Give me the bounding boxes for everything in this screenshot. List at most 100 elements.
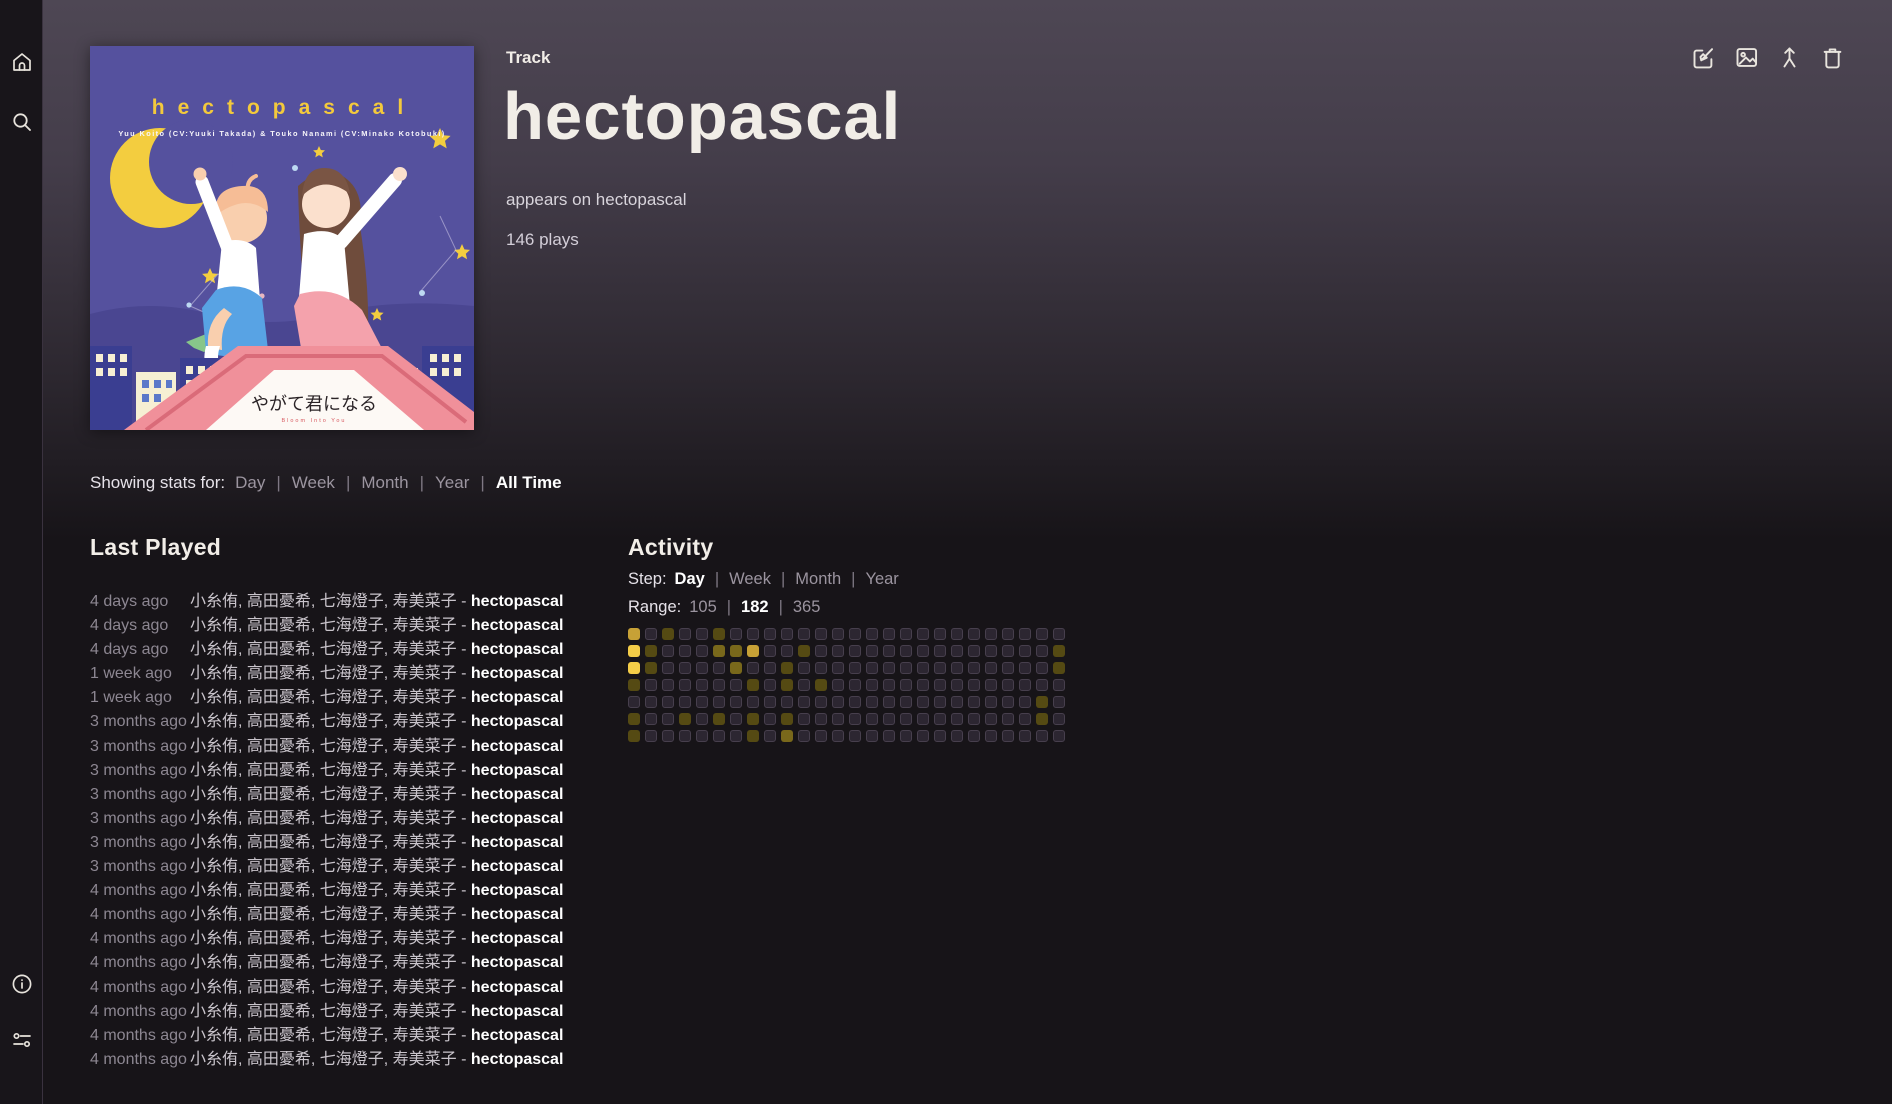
stats-option-month[interactable]: Month bbox=[361, 473, 408, 492]
track-link[interactable]: hectopascal bbox=[471, 713, 563, 730]
heatmap-cell[interactable] bbox=[628, 645, 640, 657]
heatmap-cell[interactable] bbox=[951, 628, 963, 640]
heatmap-cell[interactable] bbox=[679, 713, 691, 725]
heatmap-cell[interactable] bbox=[696, 628, 708, 640]
heatmap-cell[interactable] bbox=[798, 679, 810, 691]
heatmap-cell[interactable] bbox=[934, 713, 946, 725]
track-link[interactable]: hectopascal bbox=[471, 1027, 563, 1044]
heatmap-cell[interactable] bbox=[1002, 628, 1014, 640]
heatmap-cell[interactable] bbox=[951, 662, 963, 674]
artist-links[interactable]: 小糸侑, 高田憂希, 七海燈子, 寿美菜子 bbox=[190, 979, 457, 996]
heatmap-cell[interactable] bbox=[917, 730, 929, 742]
heatmap-cell[interactable] bbox=[815, 679, 827, 691]
heatmap-cell[interactable] bbox=[628, 662, 640, 674]
heatmap-cell[interactable] bbox=[883, 662, 895, 674]
heatmap-cell[interactable] bbox=[713, 713, 725, 725]
heatmap-cell[interactable] bbox=[798, 696, 810, 708]
heatmap-cell[interactable] bbox=[832, 645, 844, 657]
heatmap-cell[interactable] bbox=[866, 730, 878, 742]
heatmap-cell[interactable] bbox=[696, 645, 708, 657]
heatmap-cell[interactable] bbox=[832, 730, 844, 742]
track-link[interactable]: hectopascal bbox=[471, 834, 563, 851]
heatmap-cell[interactable] bbox=[951, 730, 963, 742]
heatmap-cell[interactable] bbox=[679, 645, 691, 657]
heatmap-cell[interactable] bbox=[815, 628, 827, 640]
artist-links[interactable]: 小糸侑, 高田憂希, 七海燈子, 寿美菜子 bbox=[190, 617, 457, 634]
range-option-182[interactable]: 182 bbox=[741, 598, 769, 616]
stats-option-day[interactable]: Day bbox=[235, 473, 265, 492]
heatmap-cell[interactable] bbox=[1053, 696, 1065, 708]
heatmap-cell[interactable] bbox=[713, 628, 725, 640]
artist-links[interactable]: 小糸侑, 高田憂希, 七海燈子, 寿美菜子 bbox=[190, 810, 457, 827]
heatmap-cell[interactable] bbox=[832, 679, 844, 691]
heatmap-cell[interactable] bbox=[1019, 696, 1031, 708]
heatmap-cell[interactable] bbox=[900, 645, 912, 657]
heatmap-cell[interactable] bbox=[917, 645, 929, 657]
track-link[interactable]: hectopascal bbox=[471, 979, 563, 996]
track-link[interactable]: hectopascal bbox=[471, 810, 563, 827]
step-option-year[interactable]: Year bbox=[865, 570, 898, 588]
heatmap-cell[interactable] bbox=[1053, 628, 1065, 640]
merge-icon[interactable] bbox=[1776, 44, 1803, 71]
album-link[interactable]: hectopascal bbox=[596, 190, 687, 209]
heatmap-cell[interactable] bbox=[764, 628, 776, 640]
heatmap-cell[interactable] bbox=[747, 696, 759, 708]
step-option-week[interactable]: Week bbox=[729, 570, 771, 588]
heatmap-cell[interactable] bbox=[1019, 628, 1031, 640]
heatmap-cell[interactable] bbox=[713, 679, 725, 691]
heatmap-cell[interactable] bbox=[917, 713, 929, 725]
heatmap-cell[interactable] bbox=[849, 628, 861, 640]
heatmap-cell[interactable] bbox=[1002, 696, 1014, 708]
heatmap-cell[interactable] bbox=[866, 662, 878, 674]
heatmap-cell[interactable] bbox=[662, 713, 674, 725]
heatmap-cell[interactable] bbox=[1002, 645, 1014, 657]
heatmap-cell[interactable] bbox=[645, 645, 657, 657]
heatmap-cell[interactable] bbox=[798, 645, 810, 657]
heatmap-cell[interactable] bbox=[781, 645, 793, 657]
heatmap-cell[interactable] bbox=[1053, 713, 1065, 725]
heatmap-cell[interactable] bbox=[849, 730, 861, 742]
heatmap-cell[interactable] bbox=[747, 662, 759, 674]
heatmap-cell[interactable] bbox=[730, 662, 742, 674]
heatmap-cell[interactable] bbox=[917, 628, 929, 640]
heatmap-cell[interactable] bbox=[628, 679, 640, 691]
artist-links[interactable]: 小糸侑, 高田憂希, 七海燈子, 寿美菜子 bbox=[190, 1003, 457, 1020]
heatmap-cell[interactable] bbox=[866, 679, 878, 691]
stats-option-all-time[interactable]: All Time bbox=[496, 473, 562, 492]
edit-icon[interactable] bbox=[1690, 44, 1717, 71]
heatmap-cell[interactable] bbox=[764, 662, 776, 674]
heatmap-cell[interactable] bbox=[696, 730, 708, 742]
heatmap-cell[interactable] bbox=[781, 713, 793, 725]
artist-links[interactable]: 小糸侑, 高田憂希, 七海燈子, 寿美菜子 bbox=[190, 786, 457, 803]
artist-links[interactable]: 小糸侑, 高田憂希, 七海燈子, 寿美菜子 bbox=[190, 689, 457, 706]
heatmap-cell[interactable] bbox=[883, 628, 895, 640]
heatmap-cell[interactable] bbox=[832, 628, 844, 640]
heatmap-cell[interactable] bbox=[713, 662, 725, 674]
artist-links[interactable]: 小糸侑, 高田憂希, 七海燈子, 寿美菜子 bbox=[190, 1051, 457, 1068]
heatmap-cell[interactable] bbox=[1002, 713, 1014, 725]
artist-links[interactable]: 小糸侑, 高田憂希, 七海燈子, 寿美菜子 bbox=[190, 954, 457, 971]
track-link[interactable]: hectopascal bbox=[471, 665, 563, 682]
heatmap-cell[interactable] bbox=[866, 645, 878, 657]
heatmap-cell[interactable] bbox=[1036, 645, 1048, 657]
track-link[interactable]: hectopascal bbox=[471, 954, 563, 971]
heatmap-cell[interactable] bbox=[934, 662, 946, 674]
heatmap-cell[interactable] bbox=[1019, 679, 1031, 691]
heatmap-cell[interactable] bbox=[730, 730, 742, 742]
heatmap-cell[interactable] bbox=[781, 730, 793, 742]
track-link[interactable]: hectopascal bbox=[471, 882, 563, 899]
heatmap-cell[interactable] bbox=[747, 713, 759, 725]
track-link[interactable]: hectopascal bbox=[471, 930, 563, 947]
step-option-month[interactable]: Month bbox=[795, 570, 841, 588]
artist-links[interactable]: 小糸侑, 高田憂希, 七海燈子, 寿美菜子 bbox=[190, 1027, 457, 1044]
heatmap-cell[interactable] bbox=[662, 628, 674, 640]
heatmap-cell[interactable] bbox=[781, 628, 793, 640]
heatmap-cell[interactable] bbox=[662, 730, 674, 742]
heatmap-cell[interactable] bbox=[679, 696, 691, 708]
delete-icon[interactable] bbox=[1819, 44, 1846, 71]
heatmap-cell[interactable] bbox=[730, 645, 742, 657]
heatmap-cell[interactable] bbox=[900, 696, 912, 708]
artist-links[interactable]: 小糸侑, 高田憂希, 七海燈子, 寿美菜子 bbox=[190, 738, 457, 755]
artist-links[interactable]: 小糸侑, 高田憂希, 七海燈子, 寿美菜子 bbox=[190, 834, 457, 851]
heatmap-cell[interactable] bbox=[883, 645, 895, 657]
